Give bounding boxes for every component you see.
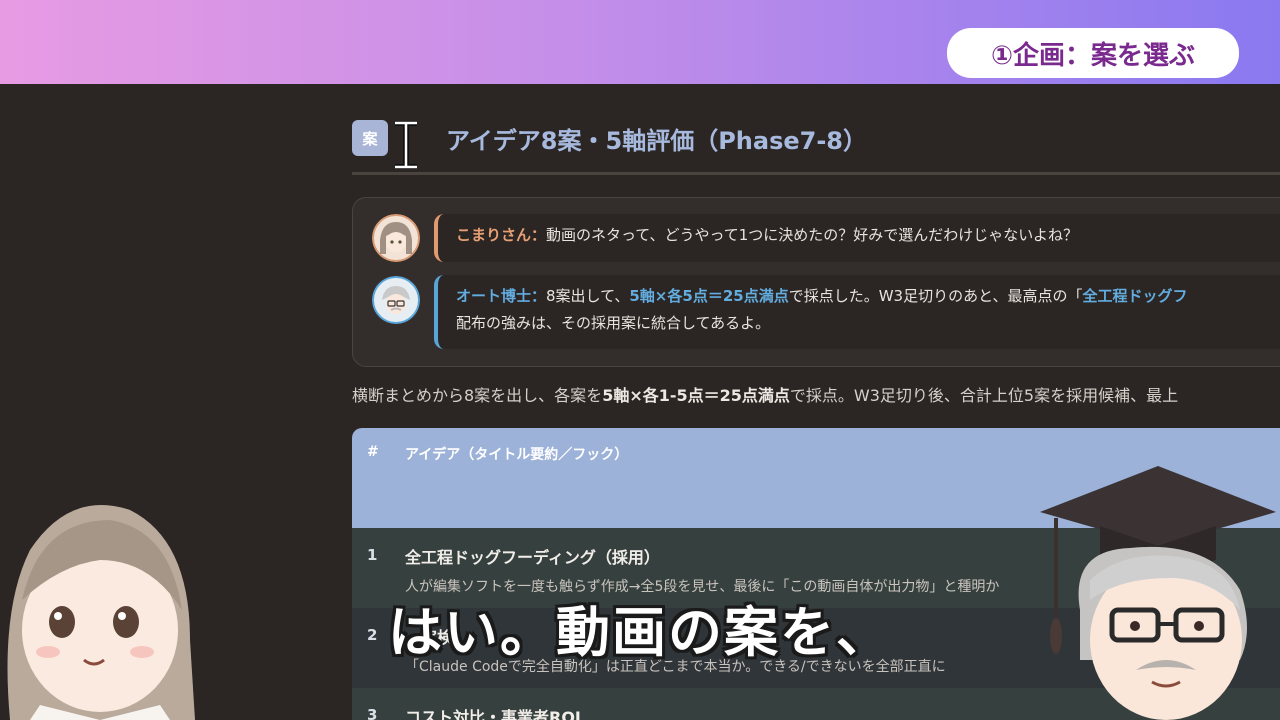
dialogue-line-professor: オート博士：8案出して、5軸×各5点＝25点満点で採点した。W3足切りのあと、最…: [434, 275, 1280, 349]
column-header-idea: アイデア（タイトル要約／フック）: [405, 447, 629, 463]
dialogue-line-komari: こまりさん：動画のネタって、どうやって1つに決めたの？好みで選んだわけじゃないよ…: [434, 214, 1280, 262]
row-number: 2: [367, 626, 378, 644]
professor-avatar: [372, 276, 420, 324]
summary-text: で採点。W3足切り後、合計上位5案を採用候補、最上: [789, 386, 1179, 405]
dialogue-text-line2: 配布の強みは、その採用案に統合してあるよ。: [456, 314, 771, 332]
section-icon: 案: [352, 120, 388, 156]
phase-badge: ①企画：案を選ぶ: [947, 28, 1239, 78]
row-number: 3: [367, 706, 378, 720]
speaker-professor: オート博士：: [456, 287, 547, 305]
dialogue-text: 動画のネタって、どうやって1つに決めたの？好みで選んだわけじゃないよね？: [546, 226, 1079, 244]
dialogue-emphasis: 5軸×各5点＝25点満点: [629, 287, 789, 305]
summary-paragraph: 横断まとめから8案を出し、各案を5軸×各1-5点＝25点満点で採点。W3足切り後…: [352, 382, 1280, 406]
komari-character-illustration: [7, 505, 195, 720]
section-title: アイデア8案・5軸評価（Phase7-8）: [446, 126, 867, 155]
row-title: 全工程ドッグフーディング（採用）: [405, 548, 660, 567]
professor-character-illustration: [1040, 466, 1276, 720]
speaker-komari: こまりさん：: [456, 226, 547, 244]
komari-avatar: [372, 214, 420, 262]
row-number: 1: [367, 546, 378, 564]
summary-text: 横断まとめから8案を出し、各案を: [352, 386, 603, 405]
column-header-number: #: [367, 444, 379, 460]
dialogue-text: で採点した。W3足切りのあと、最高点の「: [788, 287, 1083, 305]
heading-divider: [352, 172, 1280, 175]
text-cursor-icon: [395, 121, 417, 169]
dialogue-text: 8案出して、: [546, 287, 630, 305]
dialogue-emphasis: 全工程ドッグフ: [1082, 287, 1188, 305]
section-heading: 案 アイデア8案・5軸評価（Phase7-8）: [352, 120, 867, 156]
subtitle-caption: はい。動画の案を、: [388, 601, 892, 664]
summary-bold: 5軸×各1-5点＝25点満点: [602, 386, 790, 405]
row-title: コスト対比・事業者ROI: [405, 708, 581, 720]
